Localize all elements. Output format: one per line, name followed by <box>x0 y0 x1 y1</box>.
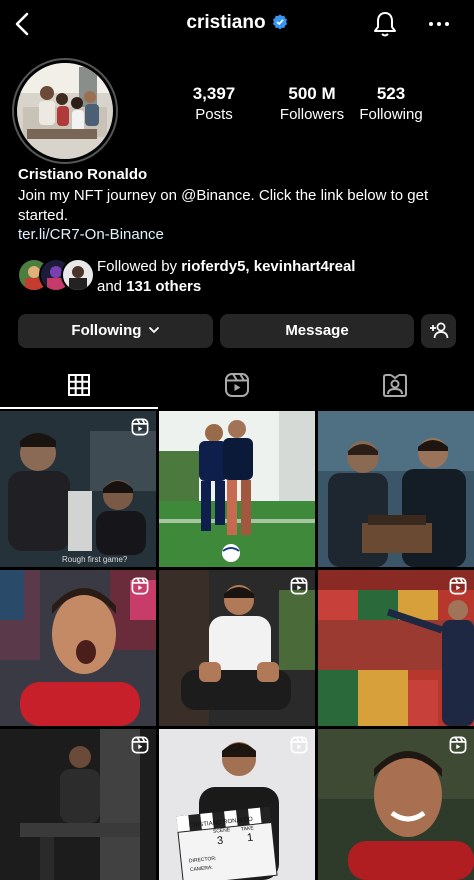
following-count: 523 <box>376 84 406 103</box>
posts-count: 3,397 <box>192 84 236 103</box>
followed-by-and: and <box>97 278 127 295</box>
chevron-down-icon <box>148 327 159 334</box>
tab-reels[interactable] <box>158 362 316 408</box>
post-thumbnail[interactable] <box>318 729 474 880</box>
followed-by-others: 131 others <box>126 278 202 295</box>
grid-icon <box>68 374 90 396</box>
reels-badge-icon <box>131 418 149 436</box>
verified-badge-icon <box>272 14 287 30</box>
bell-icon[interactable] <box>372 10 398 38</box>
message-button-label: Message <box>285 322 349 339</box>
profile-link[interactable]: ter.li/CR7-On-Binance <box>18 226 164 243</box>
add-user-icon <box>429 322 448 339</box>
stat-posts[interactable]: 3,397 Posts <box>159 84 269 123</box>
followed-by-prefix: Followed by <box>97 258 182 275</box>
reels-badge-icon <box>131 736 149 754</box>
post-caption: Rough first game? <box>62 555 128 564</box>
post-thumbnail[interactable] <box>159 411 315 567</box>
tab-tagged[interactable] <box>316 362 474 408</box>
following-button-label: Following <box>71 322 142 339</box>
clapper-take: 1 <box>246 831 254 845</box>
stat-following[interactable]: 523 Following <box>336 84 446 123</box>
tagged-icon <box>383 374 407 397</box>
post-thumbnail[interactable]: Rough first game? <box>0 411 156 567</box>
username: cristiano <box>186 12 266 33</box>
username-title: cristiano <box>0 12 474 34</box>
profile-header: cristiano <box>0 0 474 50</box>
post-thumbnail[interactable] <box>0 729 156 880</box>
profile-name: Cristiano Ronaldo <box>18 166 148 183</box>
reels-badge-icon <box>131 577 149 595</box>
post-thumbnail[interactable]: CRISTIANO RONALDO SCENE TAKE 3 1 DIRECTO… <box>159 729 315 880</box>
following-label: Following <box>359 106 423 123</box>
mutual-follower-avatars[interactable] <box>17 258 95 292</box>
reels-badge-icon <box>290 577 308 595</box>
following-button[interactable]: Following <box>18 314 213 348</box>
clapper-scene: 3 <box>216 834 224 848</box>
reels-badge-icon <box>449 736 467 754</box>
add-user-button[interactable] <box>421 314 456 348</box>
message-button[interactable]: Message <box>220 314 414 348</box>
avatar[interactable] <box>17 63 113 159</box>
post-thumbnail[interactable] <box>318 570 474 726</box>
tab-grid[interactable] <box>0 362 158 408</box>
post-thumbnail[interactable] <box>318 411 474 567</box>
more-horizontal-icon[interactable] <box>426 14 452 34</box>
post-thumbnail[interactable] <box>159 570 315 726</box>
followed-by-names: rioferdy5, kevinhart4real <box>181 258 356 275</box>
post-thumbnail[interactable] <box>0 570 156 726</box>
reels-badge-icon <box>449 577 467 595</box>
active-tab-indicator <box>0 407 158 409</box>
profile-bio: Join my NFT journey on @Binance. Click t… <box>18 187 429 224</box>
followed-by-text[interactable]: Followed by rioferdy5, kevinhart4real an… <box>97 257 355 297</box>
reels-badge-icon <box>290 736 308 754</box>
mutual-avatar <box>61 258 95 292</box>
posts-label: Posts <box>195 106 233 123</box>
reels-icon <box>225 373 249 397</box>
